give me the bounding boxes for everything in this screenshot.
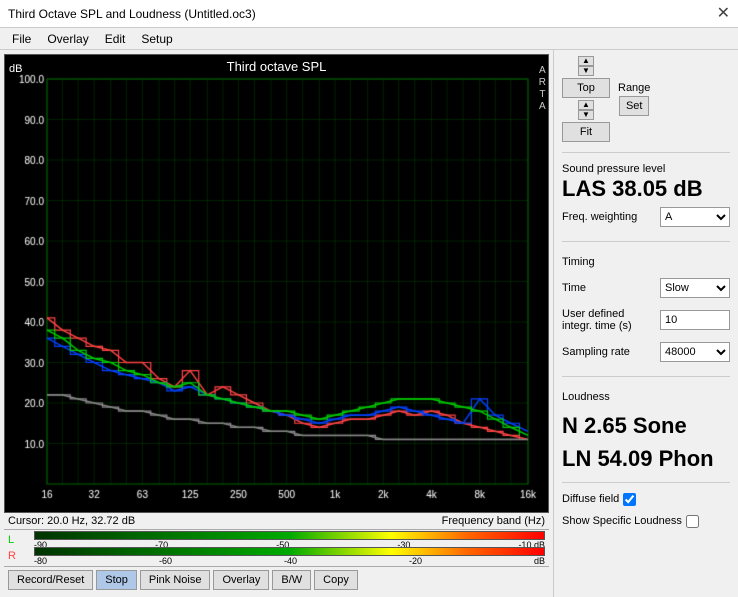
divider-3 (562, 376, 730, 377)
divider-1 (562, 152, 730, 153)
chart-container: dB Third octave SPL ARTA (4, 54, 549, 513)
spl-label: Sound pressure level (562, 163, 730, 175)
top-spinner: ▲ ▼ (578, 56, 594, 76)
chart-canvas (5, 55, 548, 512)
sampling-label: Sampling rate (562, 346, 630, 358)
overlay-button[interactable]: Overlay (213, 570, 269, 590)
sampling-select[interactable]: 48000 44100 96000 (660, 342, 730, 362)
spl-section: Sound pressure level LAS 38.05 dB (562, 163, 730, 201)
dbfs-right-label: R (8, 550, 32, 562)
top-group: ▲ ▼ Top ▲ ▼ Fit (562, 56, 610, 142)
window-title: Third Octave SPL and Loudness (Untitled.… (8, 7, 256, 21)
menu-bar: File Overlay Edit Setup (0, 28, 738, 50)
chart-arta-label: ARTA (539, 65, 546, 113)
show-specific-checkbox[interactable] (686, 515, 699, 528)
main-content: dB Third octave SPL ARTA Cursor: 20.0 Hz… (0, 50, 738, 597)
dbfs-bar: L -90-70-50-30-10 dB R -80-60-40-20dB (4, 529, 549, 566)
time-label: Time (562, 282, 586, 294)
cursor-status: Cursor: 20.0 Hz, 32.72 dB (8, 515, 135, 527)
fit-up-button[interactable]: ▲ (578, 100, 594, 110)
sampling-row: Sampling rate 48000 44100 96000 (562, 342, 730, 362)
dbfs-right-row: R -80-60-40-20dB (8, 548, 545, 564)
diffuse-field-row: Diffuse field (562, 493, 730, 506)
loudness-section-title: Loudness (562, 391, 730, 403)
top-up-button[interactable]: ▲ (578, 56, 594, 66)
range-label: Range (618, 82, 650, 94)
chart-panel: dB Third octave SPL ARTA Cursor: 20.0 Hz… (0, 50, 553, 597)
diffuse-field-label: Diffuse field (562, 493, 619, 505)
show-specific-label: Show Specific Loudness (562, 515, 682, 527)
copy-button[interactable]: Copy (314, 570, 358, 590)
title-bar: Third Octave SPL and Loudness (Untitled.… (0, 0, 738, 28)
menu-file[interactable]: File (4, 30, 39, 48)
set-button[interactable]: Set (619, 96, 650, 116)
show-specific-row: Show Specific Loudness (562, 515, 730, 528)
spl-value: LAS 38.05 dB (562, 177, 730, 201)
user-def-label: User definedintegr. time (s) (562, 308, 632, 332)
chart-title: Third octave SPL (5, 59, 548, 74)
freq-band-label: Frequency band (Hz) (442, 515, 545, 527)
pink-noise-button[interactable]: Pink Noise (140, 570, 211, 590)
freq-weighting-select[interactable]: A B C Z (660, 207, 730, 227)
divider-2 (562, 241, 730, 242)
fit-down-button[interactable]: ▼ (578, 110, 594, 120)
fit-spinner: ▲ ▼ (578, 100, 594, 120)
user-def-input[interactable] (660, 310, 730, 330)
menu-edit[interactable]: Edit (97, 30, 134, 48)
top-range-row: ▲ ▼ Top ▲ ▼ Fit Range Set (562, 56, 730, 142)
timing-section-title: Timing (562, 256, 730, 268)
time-select[interactable]: Slow Fast Impulse (660, 278, 730, 298)
right-panel: ▲ ▼ Top ▲ ▼ Fit Range Set Sound pressure… (553, 50, 738, 597)
bw-button[interactable]: B/W (272, 570, 311, 590)
loudness-n-value: N 2.65 Sone (562, 413, 730, 439)
time-row: Time Slow Fast Impulse (562, 278, 730, 298)
close-button[interactable]: ✕ (717, 6, 730, 22)
record-reset-button[interactable]: Record/Reset (8, 570, 93, 590)
top-button[interactable]: Top (562, 78, 610, 98)
user-def-row: User definedintegr. time (s) (562, 308, 730, 332)
freq-weighting-row: Freq. weighting A B C Z (562, 207, 730, 227)
divider-4 (562, 482, 730, 483)
fit-button[interactable]: Fit (562, 122, 610, 142)
chart-status: Cursor: 20.0 Hz, 32.72 dB Frequency band… (4, 513, 549, 529)
dbfs-left-label: L (8, 534, 32, 546)
controls-row: Record/Reset Stop Pink Noise Overlay B/W… (4, 566, 549, 593)
diffuse-field-checkbox[interactable] (623, 493, 636, 506)
freq-weighting-label: Freq. weighting (562, 211, 637, 223)
stop-button[interactable]: Stop (96, 570, 137, 590)
top-down-button[interactable]: ▼ (578, 66, 594, 76)
menu-overlay[interactable]: Overlay (39, 30, 96, 48)
menu-setup[interactable]: Setup (133, 30, 180, 48)
loudness-ln-value: LN 54.09 Phon (562, 446, 730, 472)
range-group: Range Set (618, 82, 650, 116)
